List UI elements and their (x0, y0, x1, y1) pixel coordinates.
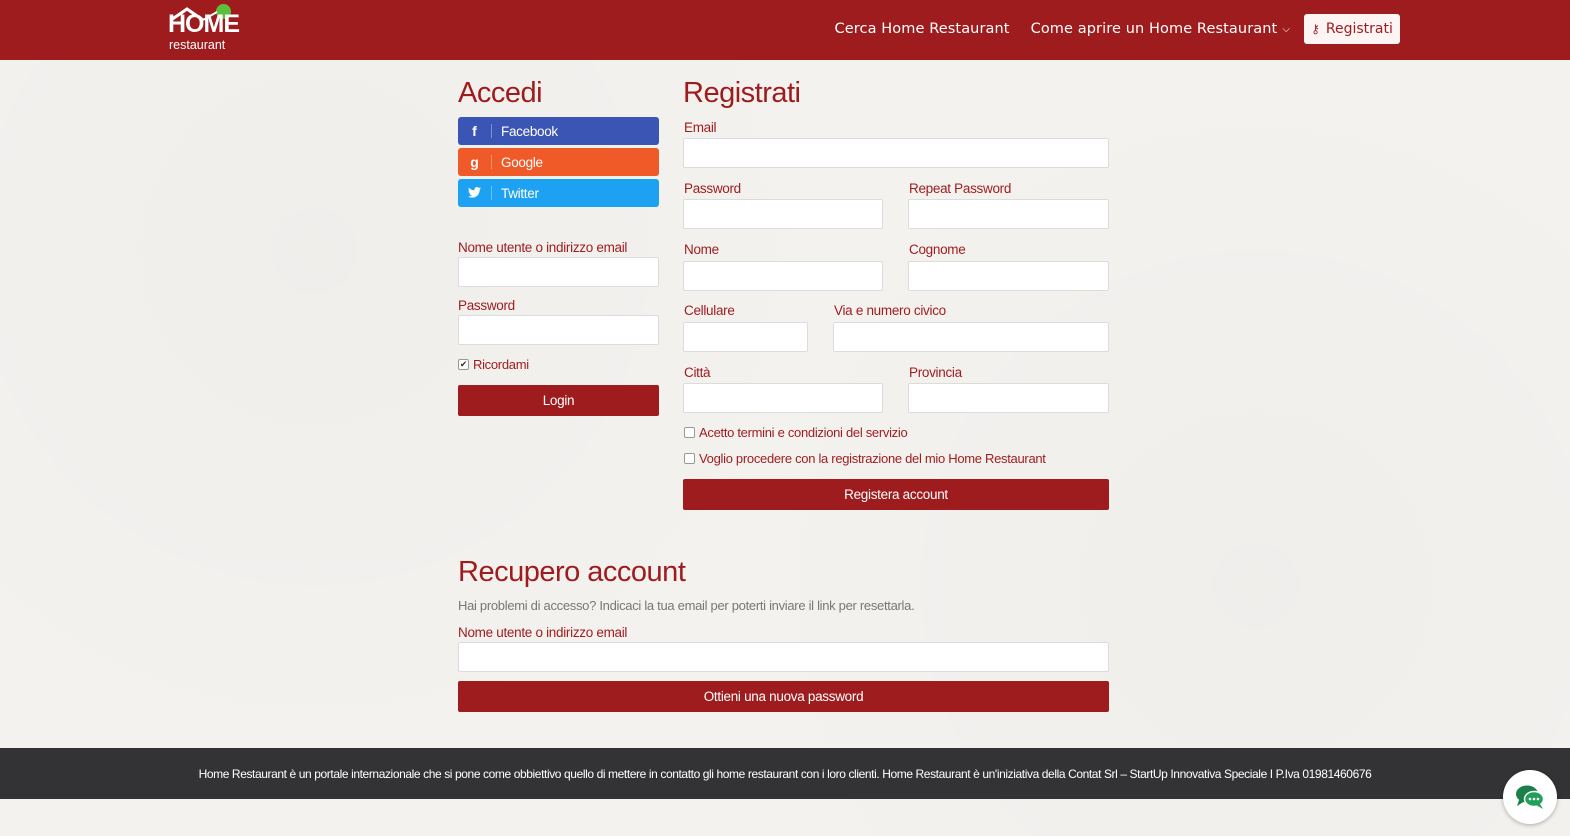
recovery-hint: Hai problemi di accesso? Indicaci la tua… (458, 598, 915, 613)
password-field[interactable] (683, 199, 883, 229)
recovery-title: Recupero account (458, 556, 686, 588)
twitter-icon (458, 186, 492, 200)
email-field[interactable] (683, 138, 1109, 168)
twitter-login-button[interactable]: Twitter (458, 179, 659, 207)
province-field[interactable] (908, 383, 1109, 413)
recovery-username-input[interactable] (458, 642, 1109, 672)
nav-links: Cerca Home Restaurant Come aprire un Hom… (814, 14, 1400, 44)
recovery-username-label: Nome utente o indirizzo email (458, 625, 628, 640)
google-login-button[interactable]: g Google (458, 148, 659, 176)
name-label: Nome (684, 242, 719, 257)
chevron-down-icon: ⌵ (1282, 23, 1290, 35)
address-label: Via e numero civico (834, 303, 946, 318)
address-field[interactable] (833, 322, 1109, 352)
email-label: Email (684, 120, 717, 135)
google-icon: g (458, 155, 492, 169)
navbar: HOME restaurant Cerca Home Restaurant Co… (0, 0, 1570, 60)
logo[interactable]: HOME restaurant (168, 4, 240, 56)
login-username-label: Nome utente o indirizzo email (458, 240, 628, 255)
remember-checkbox[interactable]: ✔ Ricordami (458, 357, 529, 372)
logo-restaurant-text: restaurant (169, 38, 226, 52)
phone-label: Cellulare (684, 303, 735, 318)
repeat-password-field[interactable] (908, 199, 1109, 229)
register-title: Registrati (683, 77, 801, 109)
city-label: Città (684, 365, 711, 380)
city-field[interactable] (683, 383, 883, 413)
checkmark-icon: ✔ (458, 359, 469, 370)
register-nav-button[interactable]: ⚷ Registrati (1304, 14, 1400, 44)
province-label: Provincia (909, 365, 962, 380)
register-account-button[interactable]: Registera account (683, 479, 1109, 510)
repeat-password-label: Repeat Password (909, 181, 1012, 196)
login-password-label: Password (458, 298, 515, 313)
name-field[interactable] (683, 261, 883, 291)
phone-field[interactable] (683, 322, 808, 352)
nav-link-cerca[interactable]: Cerca Home Restaurant (835, 21, 1010, 37)
proceed-checkbox[interactable]: Voglio procedere con la registrazione de… (684, 451, 1046, 466)
login-title: Accedi (458, 77, 543, 109)
checkbox-empty-icon (684, 453, 695, 464)
chat-icon (1516, 785, 1545, 809)
footer-text: Home Restaurant è un portale internazion… (198, 766, 1372, 781)
terms-checkbox[interactable]: Acetto termini e condizioni del servizio (684, 425, 908, 440)
login-username-input[interactable] (458, 257, 659, 287)
surname-field[interactable] (908, 261, 1109, 291)
chat-button[interactable] (1503, 770, 1557, 824)
surname-label: Cognome (909, 242, 966, 257)
password-label: Password (684, 181, 741, 196)
checkbox-empty-icon (684, 427, 695, 438)
login-password-input[interactable] (458, 315, 659, 345)
key-icon: ⚷ (1311, 22, 1320, 36)
footer: Home Restaurant è un portale internazion… (0, 748, 1570, 799)
facebook-icon: f (458, 124, 492, 138)
nav-link-come-aprire[interactable]: Come aprire un Home Restaurant ⌵ (1031, 21, 1290, 37)
logo-home-text: HOME (168, 10, 240, 38)
login-button[interactable]: Login (458, 385, 659, 416)
facebook-login-button[interactable]: f Facebook (458, 117, 659, 145)
recover-password-button[interactable]: Ottieni una nuova password (458, 681, 1109, 712)
